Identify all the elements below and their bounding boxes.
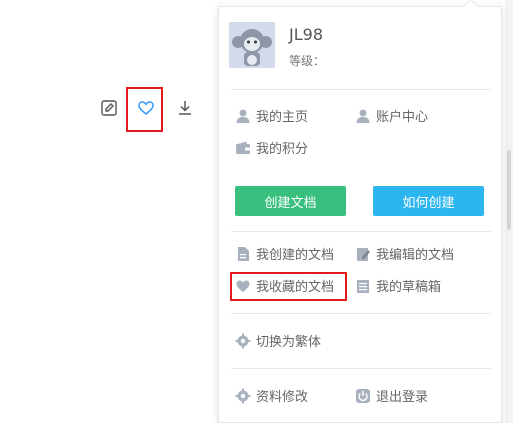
how-to-create-button[interactable]: 如何创建: [373, 186, 484, 216]
divider: [231, 313, 491, 314]
menu-item-my-favorite-docs-label: 我收藏的文档: [256, 280, 335, 295]
user-level-label: 等级：: [289, 54, 326, 68]
heart-icon: [236, 280, 250, 292]
monkey-avatar-icon: [229, 22, 275, 68]
menu-item-edit-profile-label: 资料修改: [256, 390, 309, 405]
menu-item-account-center[interactable]: 账户中心: [355, 106, 428, 125]
document-icon: [238, 246, 249, 261]
menu-item-points[interactable]: 我的积分: [235, 138, 308, 157]
dropdown-arrow: [462, 0, 479, 15]
download-icon[interactable]: [175, 98, 195, 118]
user-icon: [236, 109, 250, 123]
wallet-icon: [236, 141, 250, 154]
edit-document-icon: [357, 247, 370, 261]
menu-item-logout[interactable]: 退出登录: [355, 386, 428, 405]
divider: [231, 231, 491, 232]
menu-item-my-edited-docs-label: 我编辑的文档: [376, 248, 455, 263]
power-icon: [356, 388, 370, 403]
edit-icon[interactable]: [99, 98, 119, 118]
divider: [231, 368, 491, 369]
menu-item-logout-label: 退出登录: [376, 390, 429, 405]
menu-item-my-created-docs[interactable]: 我创建的文档: [235, 244, 334, 263]
menu-item-my-edited-docs[interactable]: 我编辑的文档: [355, 244, 454, 263]
username: JL98: [289, 25, 323, 44]
divider: [231, 89, 491, 90]
list-icon: [357, 279, 369, 293]
gear-icon: [235, 333, 251, 348]
page-scrollbar-thumb[interactable]: [507, 150, 511, 230]
create-doc-button[interactable]: 创建文档: [235, 186, 346, 216]
menu-item-my-drafts[interactable]: 我的草稿箱: [355, 276, 441, 295]
menu-item-edit-profile[interactable]: 资料修改: [235, 386, 308, 405]
menu-item-my-created-docs-label: 我创建的文档: [256, 248, 335, 263]
menu-item-switch-traditional[interactable]: 切换为繁体: [235, 331, 321, 350]
menu-item-homepage-label: 我的主页: [256, 110, 309, 125]
menu-item-switch-traditional-label: 切换为繁体: [256, 335, 322, 350]
menu-item-homepage[interactable]: 我的主页: [235, 106, 308, 125]
user-icon: [356, 109, 370, 123]
menu-item-account-center-label: 账户中心: [376, 110, 429, 125]
menu-item-my-favorite-docs[interactable]: 我收藏的文档: [235, 276, 334, 295]
menu-item-my-drafts-label: 我的草稿箱: [376, 280, 442, 295]
avatar[interactable]: [229, 22, 275, 68]
heart-icon[interactable]: [136, 98, 156, 118]
gear-icon: [235, 388, 251, 403]
user-dropdown-menu: JL98 等级： 我的主页 账户中心 我的积分 创建文档 如何创建 我创建的文档…: [218, 0, 502, 423]
menu-item-points-label: 我的积分: [256, 142, 309, 157]
